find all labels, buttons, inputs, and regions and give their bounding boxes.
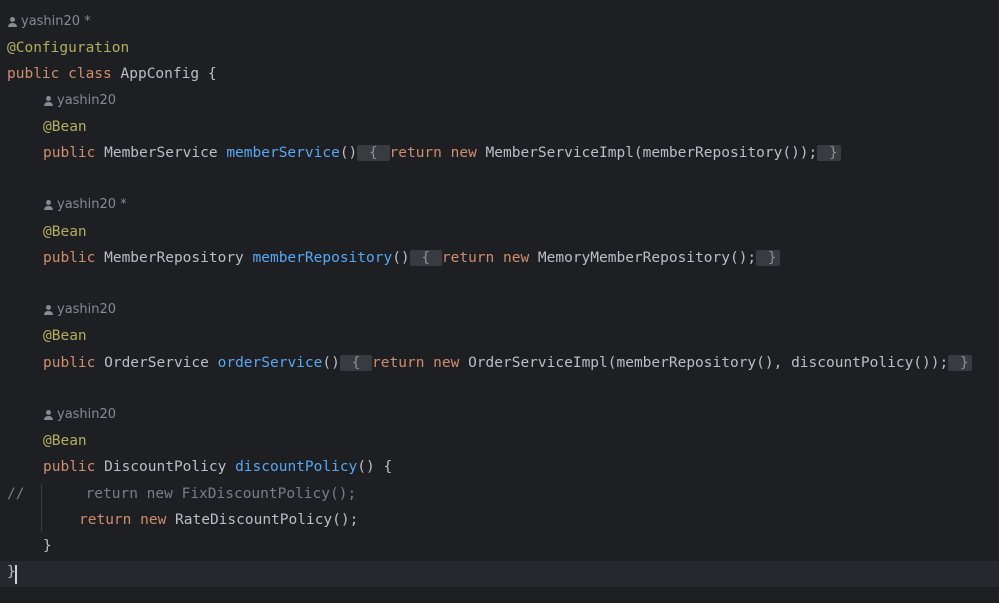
- text-caret: [15, 565, 17, 584]
- code-line: return new RateDiscountPolicy();: [79, 507, 358, 533]
- code-token: MemberService: [104, 145, 227, 161]
- code-token: OrderServiceImpl(memberRepository(), dis…: [468, 354, 949, 371]
- code-token: return new: [79, 511, 176, 528]
- person-icon: [7, 17, 17, 27]
- code-line: public DiscountPolicy discountPolicy() {: [43, 454, 392, 480]
- code-line: public MemberRepository memberRepository…: [43, 245, 780, 271]
- code-token: @Bean: [43, 433, 87, 450]
- person-icon: [43, 410, 53, 420]
- code-token: AppConfig: [120, 66, 208, 83]
- code-token: @Bean: [43, 328, 87, 345]
- code-token: (): [322, 354, 340, 371]
- code-line: }: [43, 533, 52, 559]
- code-editor[interactable]: yashin20 * @Configuration public class App…: [0, 0, 999, 603]
- author-hint[interactable]: yashin20: [43, 88, 116, 114]
- code-token: memberService: [226, 145, 340, 161]
- code-token: MemberServiceImpl(memberRepository());: [485, 145, 818, 161]
- code-token: MemberRepository: [104, 249, 253, 266]
- code-token: orderService: [217, 354, 323, 371]
- code-token: (): [339, 145, 358, 161]
- folded-region[interactable]: }: [948, 354, 972, 371]
- folded-region[interactable]: }: [756, 249, 780, 266]
- code-line: @Configuration: [7, 35, 129, 61]
- code-line: @Bean: [43, 428, 87, 454]
- code-line: @Bean: [43, 323, 87, 349]
- code-token: return new: [372, 354, 469, 371]
- code-token: @Bean: [43, 118, 87, 135]
- code-token: discountPolicy: [235, 459, 358, 476]
- current-line-highlight: [0, 561, 999, 587]
- code-token: public: [43, 145, 105, 161]
- code-token: RateDiscountPolicy();: [175, 511, 359, 528]
- author-name: yashin20 *: [21, 14, 91, 29]
- folded-region[interactable]: {: [339, 354, 373, 371]
- person-icon: [43, 95, 53, 106]
- folded-region[interactable]: {: [409, 249, 442, 266]
- code-token: memberRepository: [252, 249, 393, 266]
- code-token: @Bean: [43, 223, 87, 240]
- code-line: public class AppConfig {: [7, 61, 217, 87]
- code-token: }: [43, 538, 52, 554]
- author-name: yashin20: [57, 92, 117, 108]
- code-token: // return new FixDiscountPolicy();: [7, 485, 357, 502]
- code-token: public: [43, 459, 105, 476]
- folded-region[interactable]: }: [817, 145, 841, 161]
- code-line: public OrderService orderService() { ret…: [43, 350, 972, 376]
- code-token: return new: [389, 145, 486, 161]
- code-token: OrderService: [104, 354, 218, 371]
- folded-region[interactable]: {: [357, 145, 390, 161]
- code-line: @Bean: [43, 219, 87, 245]
- code-token: MemoryMemberRepository();: [537, 249, 757, 266]
- author-hint[interactable]: yashin20: [43, 402, 116, 428]
- code-token: return new: [441, 249, 538, 266]
- code-token: public: [43, 249, 105, 266]
- author-hint[interactable]: yashin20 *: [7, 9, 91, 35]
- author-hint[interactable]: yashin20 *: [43, 192, 127, 218]
- person-icon: [43, 200, 53, 211]
- author-name: yashin20: [57, 302, 117, 318]
- code-line: // return new FixDiscountPolicy();: [7, 481, 356, 507]
- person-icon: [43, 305, 53, 316]
- code-token: @Configuration: [7, 40, 130, 57]
- author-name: yashin20 *: [57, 197, 127, 213]
- code-token: {: [207, 66, 217, 83]
- author-hint[interactable]: yashin20: [43, 297, 116, 323]
- code-token: DiscountPolicy: [104, 459, 236, 476]
- code-token: () {: [357, 459, 393, 476]
- code-token: public: [43, 354, 105, 371]
- code-token: (): [392, 249, 410, 266]
- code-token: public class: [7, 66, 121, 83]
- author-name: yashin20: [57, 407, 117, 422]
- code-line: @Bean: [43, 114, 87, 140]
- code-line: public MemberService memberService() { r…: [43, 140, 841, 166]
